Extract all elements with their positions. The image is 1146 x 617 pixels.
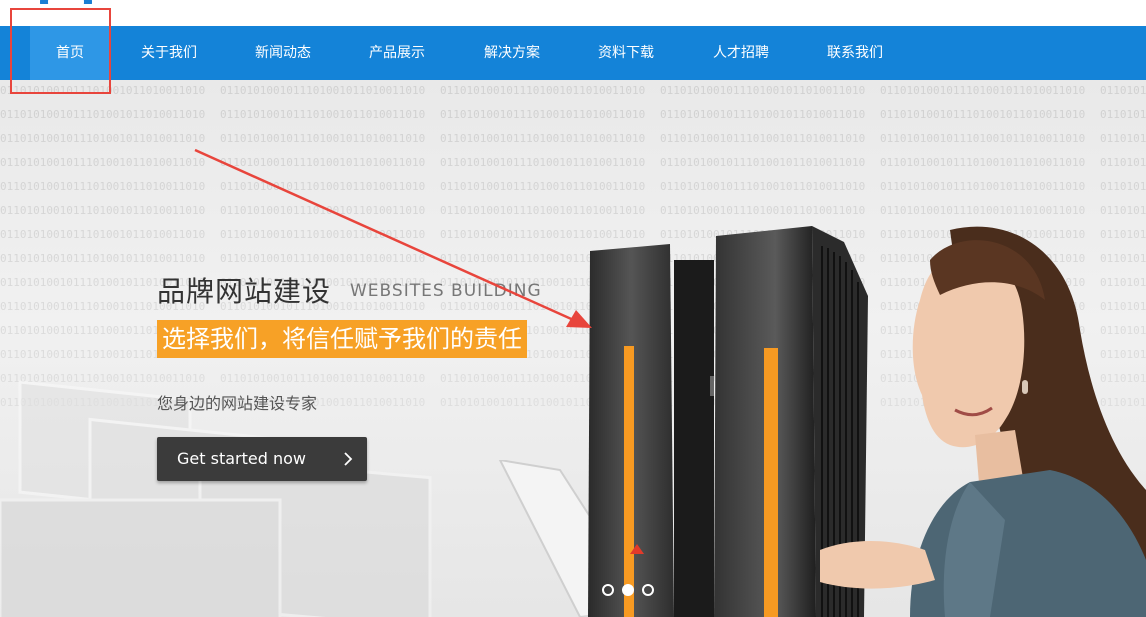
slider-dot-1[interactable] — [602, 584, 614, 596]
nav-item-news[interactable]: 新闻动态 — [240, 26, 326, 80]
slider-dot-2[interactable] — [622, 584, 634, 596]
slider-dot-3[interactable] — [642, 584, 654, 596]
header-top — [0, 0, 1146, 26]
annotation-highlight-box — [10, 8, 111, 94]
hero-title: 品牌网站建设 — [157, 275, 332, 308]
hero-subtitle: 您身边的网站建设专家 — [157, 394, 318, 413]
nav-item-careers[interactable]: 人才招聘 — [698, 26, 784, 80]
hero-title-en: WEBSITES BUILDING — [350, 281, 542, 301]
get-started-button[interactable]: Get started now — [157, 437, 367, 481]
woman-image — [820, 226, 1146, 617]
nav-item-solutions[interactable]: 解决方案 — [469, 26, 555, 80]
nav-item-about[interactable]: 关于我们 — [126, 26, 212, 80]
nav-item-downloads[interactable]: 资料下载 — [583, 26, 669, 80]
nav-item-products[interactable]: 产品展示 — [354, 26, 440, 80]
logo[interactable] — [38, 0, 94, 4]
chevron-right-icon — [344, 452, 353, 466]
main-nav: 首页 关于我们 新闻动态 产品展示 解决方案 资料下载 人才招聘 联系我们 — [0, 26, 1146, 80]
hero-banner: 0110101001011101001011010011010 — [0, 80, 1146, 617]
nav-item-contact[interactable]: 联系我们 — [812, 26, 898, 80]
hero-highlight-text: 选择我们，将信任赋予我们的责任 — [157, 320, 527, 358]
get-started-label: Get started now — [177, 449, 306, 468]
logo-icon — [40, 0, 92, 4]
